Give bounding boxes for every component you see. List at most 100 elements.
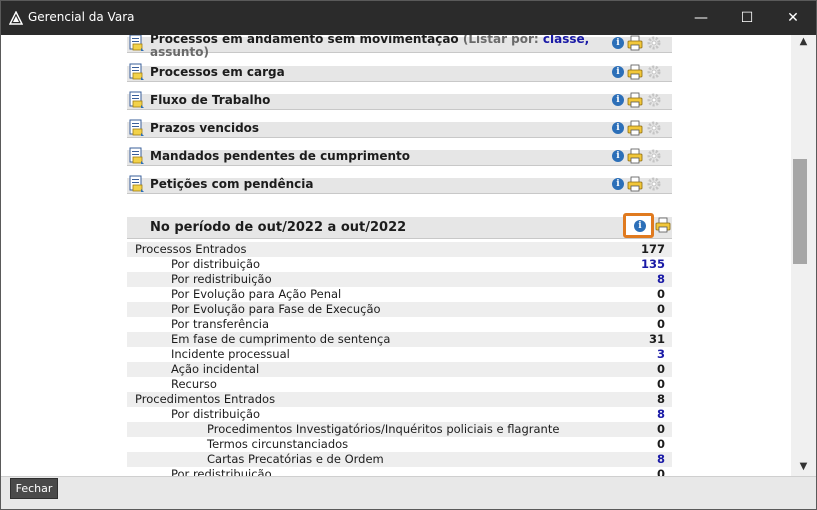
row-label: Termos circunstanciados [207, 437, 349, 451]
row-value: 177 [640, 242, 665, 256]
footer-bar: Fechar [1, 476, 816, 509]
section-processos-sem-movimentacao: Processos em andamento sem movimentação … [127, 35, 672, 59]
report-document-icon[interactable] [127, 146, 147, 166]
table-row: Termos circunstanciados 0 [127, 437, 672, 452]
period-info-highlight[interactable]: i [623, 213, 654, 238]
row-value: 0 [656, 377, 665, 391]
row-value: 8 [656, 392, 665, 406]
info-icon[interactable]: i [612, 178, 624, 190]
section-actions: i [612, 120, 664, 138]
table-row: Incidente processual 3 [127, 347, 672, 362]
list-by-label: (Listar por: [462, 35, 539, 46]
row-value: 0 [656, 422, 665, 436]
minimize-button[interactable]: — [678, 1, 724, 35]
row-label: Por distribuição [171, 407, 261, 421]
print-icon[interactable] [627, 148, 643, 164]
section-title[interactable]: Petições com pendência [150, 177, 314, 191]
info-icon[interactable]: i [612, 94, 624, 106]
section-title[interactable]: Processos em andamento sem movimentação … [150, 35, 589, 59]
row-value: 31 [648, 332, 665, 346]
gear-icon[interactable] [646, 120, 662, 136]
gear-icon[interactable] [646, 92, 662, 108]
row-label: Por Evolução para Ação Penal [171, 287, 342, 301]
table-row: Cartas Precatórias e de Ordem 8 [127, 452, 672, 467]
app-logo-icon [9, 11, 23, 25]
row-label: Em fase de cumprimento de sentença [171, 332, 391, 346]
maximize-button[interactable]: ☐ [724, 1, 770, 35]
info-icon[interactable]: i [612, 122, 624, 134]
title-bar[interactable]: Gerencial da Vara — ☐ ✕ [1, 1, 816, 35]
section-title[interactable]: Fluxo de Trabalho [150, 93, 270, 107]
row-value: 0 [656, 302, 665, 316]
row-label: Procedimentos Entrados [135, 392, 276, 406]
print-icon[interactable] [627, 176, 643, 192]
gear-icon[interactable] [646, 35, 662, 51]
row-value[interactable]: 135 [641, 257, 665, 271]
row-value: 0 [656, 437, 665, 451]
print-icon[interactable] [627, 64, 643, 80]
gear-icon[interactable] [646, 148, 662, 164]
row-label: Cartas Precatórias e de Ordem [207, 452, 384, 466]
info-icon[interactable]: i [612, 66, 624, 78]
row-value[interactable]: 8 [657, 452, 665, 466]
section-actions: i [612, 92, 664, 110]
fechar-button-label: Fechar [15, 482, 53, 495]
list-by-assunto-link[interactable]: assunto) [150, 45, 209, 59]
info-icon[interactable]: i [612, 150, 624, 162]
vertical-scrollbar[interactable]: ▲ ▼ [791, 35, 816, 476]
print-icon[interactable] [627, 92, 643, 108]
report-document-icon[interactable] [127, 35, 147, 53]
table-row: Por redistribuição 0 [127, 467, 672, 476]
window-title: Gerencial da Vara [28, 10, 135, 24]
gear-icon[interactable] [646, 64, 662, 80]
section-actions: i [612, 176, 664, 194]
row-value[interactable]: 3 [657, 347, 665, 361]
info-icon[interactable]: i [634, 220, 646, 232]
list-by-classe-link[interactable]: classe, [543, 35, 589, 46]
info-icon[interactable]: i [612, 37, 624, 49]
table-row: Procedimentos Investigatórios/Inquéritos… [127, 422, 672, 437]
row-value[interactable]: 8 [657, 272, 665, 286]
table-row: Por Evolução para Fase de Execução 0 [127, 302, 672, 317]
section-actions: i [612, 148, 664, 166]
section-actions: i [612, 35, 664, 53]
section-mandados-pendentes: Mandados pendentes de cumprimento i [127, 147, 672, 166]
row-label: Por redistribuição [171, 467, 272, 476]
report-document-icon[interactable] [127, 62, 147, 82]
table-row: Procedimentos Entrados 8 [127, 392, 672, 407]
row-label: Por distribuição [171, 257, 261, 271]
report-document-icon[interactable] [127, 174, 147, 194]
row-value: 0 [656, 362, 665, 376]
fechar-button[interactable]: Fechar [10, 478, 58, 499]
print-icon[interactable] [627, 120, 643, 136]
section-title[interactable]: Prazos vencidos [150, 121, 259, 135]
row-label: Procedimentos Investigatórios/Inquéritos… [207, 422, 560, 436]
scroll-up-arrow-icon[interactable]: ▲ [791, 35, 816, 49]
gear-icon[interactable] [646, 176, 662, 192]
report-document-icon[interactable] [127, 118, 147, 138]
close-button[interactable]: ✕ [770, 1, 816, 35]
row-label: Por redistribuição [171, 272, 272, 286]
table-row: Recurso 0 [127, 377, 672, 392]
section-title[interactable]: Processos em carga [150, 65, 285, 79]
row-label: Processos Entrados [135, 242, 247, 256]
row-value: 0 [656, 317, 665, 331]
table-row: Por transferência 0 [127, 317, 672, 332]
row-value[interactable]: 8 [657, 407, 665, 421]
table-row: Por Evolução para Ação Penal 0 [127, 287, 672, 302]
report-document-icon[interactable] [127, 90, 147, 110]
table-row: Por distribuição 8 [127, 407, 672, 422]
row-value: 0 [656, 467, 665, 476]
period-title: No período de out/2022 a out/2022 [150, 220, 407, 235]
scroll-down-arrow-icon[interactable]: ▼ [791, 460, 816, 474]
print-icon[interactable] [655, 217, 671, 233]
row-label: Incidente processual [171, 347, 290, 361]
section-fluxo-de-trabalho: Fluxo de Trabalho i [127, 91, 672, 110]
section-peticoes-com-pendencia: Petições com pendência i [127, 175, 672, 194]
section-title[interactable]: Mandados pendentes de cumprimento [150, 149, 410, 163]
table-row: Processos Entrados 177 [127, 242, 672, 257]
print-icon[interactable] [627, 35, 643, 51]
scroll-thumb[interactable] [793, 159, 807, 264]
section-prazos-vencidos: Prazos vencidos i [127, 119, 672, 138]
period-header: No período de out/2022 a out/2022 i [127, 213, 672, 239]
